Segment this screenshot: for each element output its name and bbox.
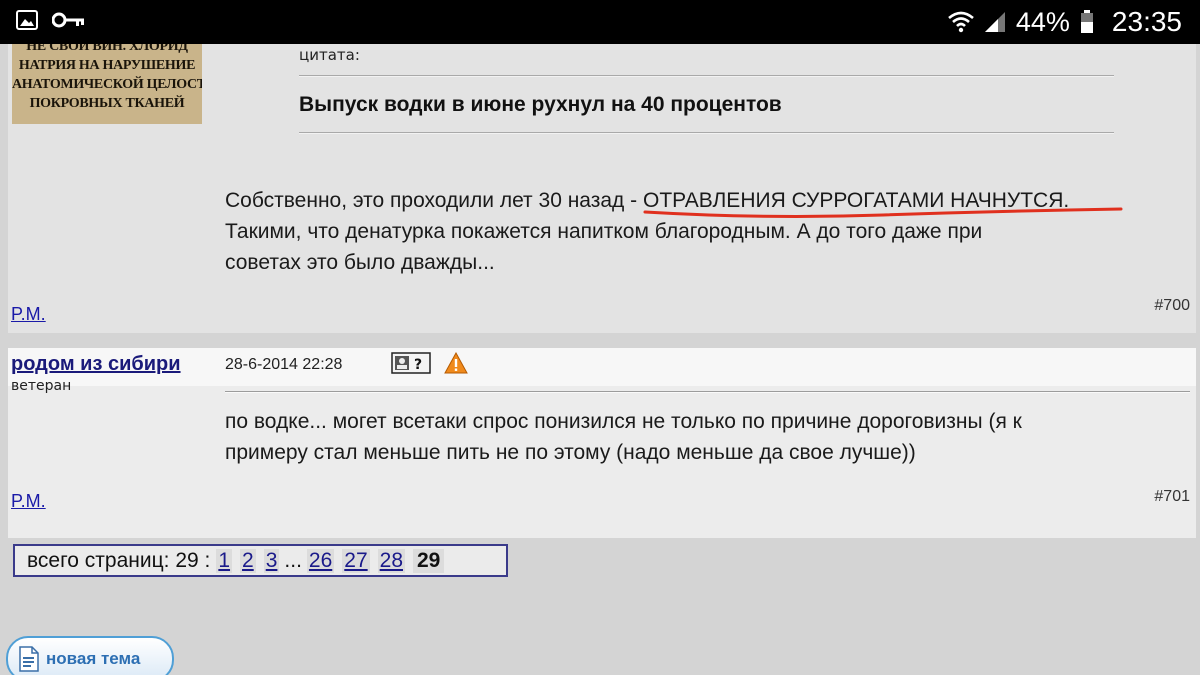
post-number[interactable]: #701 (1154, 488, 1190, 506)
key-icon (52, 12, 84, 28)
message-text: Собственно, это проходили лет 30 назад - (225, 189, 643, 212)
profile-icon[interactable]: ? (391, 352, 431, 374)
page-link-26[interactable]: 26 (306, 548, 335, 573)
page-link-3[interactable]: 3 (263, 548, 280, 573)
post-date: 28-6-2014 22:28 (225, 356, 343, 373)
user-rank: ветеран (11, 378, 72, 394)
avatar-text-line: ПОКРОВНЫХ ТКАНЕЙ (29, 96, 185, 111)
pagination-ellipsis: ... (284, 548, 302, 572)
post-username[interactable]: родом из сибири (11, 353, 181, 376)
clock: 23:35 (1111, 6, 1182, 37)
avatar-text-line: НЕ СВОЙ ВИН. ХЛОРИД (26, 44, 188, 54)
battery-icon (1080, 10, 1093, 33)
post-header (8, 348, 1196, 386)
avatar-text-line: НАТРИЯ НА НАРУШЕНИЕ (18, 58, 196, 73)
forum-post-700: НЕ СВОЙ ВИН. ХЛОРИД НАТРИЯ НА НАРУШЕНИЕ … (8, 44, 1196, 333)
new-topic-button[interactable]: новая тема (6, 636, 174, 675)
pagination-label: всего страниц: 29 : (27, 548, 211, 572)
page-link-1[interactable]: 1 (216, 548, 233, 573)
message-line: по водке... могет всетаки спрос понизилс… (225, 410, 1022, 433)
quote-title: Выпуск водки в июне рухнул на 40 процент… (299, 93, 782, 116)
page-link-27[interactable]: 27 (342, 548, 370, 573)
avatar-text-line: АНАТОМИЧЕСКОЙ ЦЕЛОСТНОСТИ (12, 77, 202, 92)
post-divider (225, 391, 1190, 393)
battery-percent: 44% (1015, 6, 1070, 37)
highlighted-text: ОТРАВЛЕНИЯ СУРРОГАТАМИ НАЧНУТСЯ (643, 189, 1123, 218)
page-link-2[interactable]: 2 (240, 548, 256, 573)
wifi-icon (948, 11, 974, 33)
red-underline-mark (643, 207, 1123, 218)
page-link-28[interactable]: 28 (377, 548, 405, 573)
pm-link[interactable]: P.M. (11, 304, 46, 325)
message-line: советах это было дважды... (225, 251, 495, 274)
message-line: Собственно, это проходили лет 30 назад -… (225, 185, 1185, 218)
forum-post-701: родом из сибири ветеран 28-6-2014 22:28 … (8, 348, 1196, 538)
message-line: примеру стал меньше пить не по этому (на… (225, 441, 916, 464)
message-line: Такими, что денатурка покажется напитком… (225, 220, 983, 243)
quote-divider-top (299, 75, 1114, 77)
warning-icon[interactable] (444, 352, 468, 374)
quote-label: цитата: (299, 46, 360, 64)
post-message: по водке... могет всетаки спрос понизилс… (225, 406, 1185, 468)
new-topic-label: новая тема (46, 649, 141, 668)
gallery-icon (16, 10, 38, 30)
pm-link[interactable]: P.M. (11, 491, 46, 512)
signal-icon (984, 12, 1005, 32)
avatar: НЕ СВОЙ ВИН. ХЛОРИД НАТРИЯ НА НАРУШЕНИЕ … (12, 44, 202, 124)
post-number[interactable]: #700 (1154, 297, 1190, 315)
quote-divider-bottom (299, 132, 1114, 134)
document-icon (19, 646, 39, 672)
status-bar: 44% 23:35 (0, 0, 1200, 44)
pagination: всего страниц: 29 : 1 2 3 ... 26 27 28 2… (13, 544, 508, 577)
svg-text:?: ? (414, 357, 422, 373)
post-message: Собственно, это проходили лет 30 назад -… (225, 185, 1185, 278)
current-page: 29 (413, 548, 445, 573)
